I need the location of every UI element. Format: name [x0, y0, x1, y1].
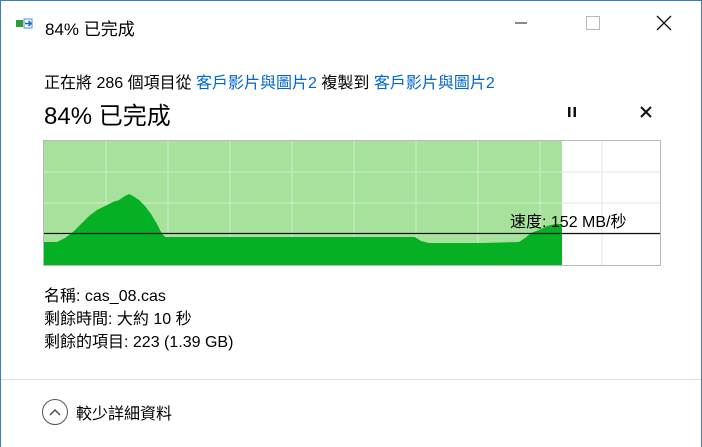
chevron-up-icon [42, 399, 68, 425]
description-middle: 複製到 [321, 75, 370, 92]
progress-status: 84% 已完成 [44, 103, 171, 130]
speed-graph [43, 140, 661, 266]
maximize-button[interactable] [570, 1, 616, 49]
fewer-details-button[interactable]: 較少詳細資料 [42, 399, 172, 425]
file-name-label: 名稱: [44, 288, 81, 305]
items-remaining-value: 223 (1.39 GB) [132, 334, 234, 351]
file-copy-dialog: 84% 已完成 正在將 286 個項目從 客戶影片與圖片2 複製到 客戶影片與圖… [0, 0, 702, 447]
close-button[interactable] [641, 1, 687, 49]
file-name-row: 名稱: cas_08.cas [44, 285, 233, 308]
cancel-icon [640, 105, 652, 123]
maximize-icon [586, 15, 600, 35]
items-remaining-row: 剩餘的項目: 223 (1.39 GB) [44, 331, 233, 354]
minimize-icon [515, 16, 527, 34]
details-panel: 名稱: cas_08.cas 剩餘時間: 大約 10 秒 剩餘的項目: 223 … [44, 285, 233, 354]
dialog-footer: 較少詳細資料 [1, 379, 701, 447]
copy-arrow-icon [16, 17, 38, 33]
time-remaining-row: 剩餘時間: 大約 10 秒 [44, 308, 233, 331]
time-remaining-label: 剩餘時間: [44, 311, 113, 328]
cancel-button[interactable] [633, 101, 659, 127]
time-remaining-value: 大約 10 秒 [116, 311, 192, 328]
destination-folder-link[interactable]: 客戶影片與圖片2 [374, 75, 495, 92]
minimize-button[interactable] [498, 1, 544, 49]
items-remaining-label: 剩餘的項目: [44, 334, 129, 351]
speed-label: 速度: 152 MB/秒 [510, 214, 627, 231]
window-title: 84% 已完成 [45, 20, 135, 39]
title-bar: 84% 已完成 [1, 1, 701, 49]
close-icon [656, 15, 672, 36]
copy-description: 正在將 286 個項目從 客戶影片與圖片2 複製到 客戶影片與圖片2 [44, 69, 495, 93]
pause-icon [567, 105, 577, 123]
fewer-details-label: 較少詳細資料 [76, 406, 173, 423]
source-folder-link[interactable]: 客戶影片與圖片2 [196, 75, 317, 92]
pause-button[interactable] [559, 101, 585, 127]
file-name-value: cas_08.cas [84, 288, 166, 305]
description-prefix: 正在將 286 個項目從 [44, 75, 192, 92]
